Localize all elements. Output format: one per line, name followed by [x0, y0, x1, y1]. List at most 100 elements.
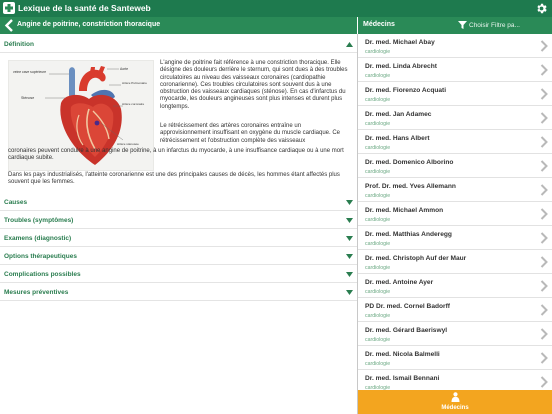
section-causes[interactable]: Causes [0, 194, 357, 211]
doctor-specialty: cardiologie [365, 73, 391, 79]
doctor-specialty: cardiologie [365, 217, 391, 223]
doctor-name: PD Dr. med. Cornel Badorff [365, 303, 450, 310]
section-label: Causes [4, 199, 28, 206]
doctor-row[interactable]: Dr. med. Gérard Baeriswyl cardiologie [358, 322, 552, 346]
section-prevention[interactable]: Mesures préventives [0, 284, 357, 301]
doctor-name: Prof. Dr. med. Yves Allemann [365, 183, 456, 190]
doctor-row[interactable]: Dr. med. Linda Abrecht cardiologie [358, 58, 552, 82]
definition-paragraph-3: Dans les pays industrialisés, l'atteinte… [8, 172, 340, 186]
section-definition[interactable]: Définition [0, 36, 357, 53]
app-title: Lexique de la santé de Santeweb [18, 3, 151, 13]
doctor-row[interactable]: Dr. med. Fiorenzo Acquati cardiologie [358, 82, 552, 106]
doctor-name: Dr. med. Fiorenzo Acquati [365, 87, 447, 94]
chevron-down-icon [346, 218, 353, 223]
chevron-down-icon [346, 236, 353, 241]
definition-paragraph-1: L'angine de poitrine fait référence à un… [160, 60, 348, 110]
doctor-specialty: cardiologie [365, 145, 391, 151]
doctor-row[interactable]: Dr. med. Ismail Bennani cardiologie [358, 370, 552, 390]
doctor-specialty: cardiologie [365, 97, 391, 103]
doctor-row[interactable]: Dr. med. Michael Abay cardiologie [358, 34, 552, 58]
doctor-specialty: cardiologie [365, 121, 391, 127]
section-label: Complications possibles [4, 271, 81, 278]
doctors-header: Médecins Choisir Filtre pa... [358, 17, 552, 34]
doctor-row[interactable]: Dr. med. Jan Adamec cardiologie [358, 106, 552, 130]
chevron-right-icon [540, 304, 548, 316]
doctor-name: Dr. med. Gérard Baeriswyl [365, 327, 448, 334]
doctor-row[interactable]: Dr. med. Antoine Ayer cardiologie [358, 274, 552, 298]
app-logo-icon [3, 2, 15, 14]
doctor-name: Dr. med. Ismail Bennani [365, 375, 440, 382]
chevron-right-icon [540, 184, 548, 196]
article-pane: Définition veine cave supérieure Aorte A… [0, 34, 357, 414]
filter-label: Choisir Filtre pa... [469, 21, 520, 29]
doctor-name: Dr. med. Jan Adamec [365, 111, 432, 118]
section-symptoms[interactable]: Troubles (symptômes) [0, 212, 357, 229]
label-pulmonary-artery: Artère Pulmonaire [122, 81, 147, 85]
doctor-row[interactable]: Dr. med. Michael Ammon cardiologie [358, 202, 552, 226]
doctor-row[interactable]: Dr. med. Christoph Auf der Maur cardiolo… [358, 250, 552, 274]
doctor-row[interactable]: Dr. med. Domenico Alborino cardiologie [358, 154, 552, 178]
label-aorta: Aorte [120, 67, 128, 71]
label-stenosis: Sténose [21, 96, 34, 100]
chevron-right-icon [540, 40, 548, 52]
chevron-right-icon [540, 208, 548, 220]
doctor-specialty: cardiologie [365, 49, 391, 55]
topic-header: Angine de poitrine, constriction thoraci… [0, 17, 357, 34]
filter-dropdown[interactable]: Choisir Filtre pa... [458, 21, 520, 29]
chevron-right-icon [540, 64, 548, 76]
chevron-down-icon [346, 254, 353, 259]
doctor-name: Dr. med. Matthias Anderegg [365, 231, 452, 238]
definition-paragraph-2a: Le rétrécissement des artères coronaires… [160, 123, 340, 144]
chevron-down-icon [346, 272, 353, 277]
doctor-row[interactable]: Dr. med. Nicola Balmelli cardiologie [358, 346, 552, 370]
chevron-up-icon [346, 42, 353, 47]
section-therapy[interactable]: Options thérapeutiques [0, 248, 357, 265]
doctor-specialty: cardiologie [365, 289, 391, 295]
doctor-name: Dr. med. Hans Albert [365, 135, 430, 142]
doctor-name: Dr. med. Domenico Alborino [365, 159, 454, 166]
doctor-name: Dr. med. Nicola Balmelli [365, 351, 440, 358]
section-label: Troubles (symptômes) [4, 217, 74, 224]
chevron-right-icon [540, 280, 548, 292]
tab-doctors[interactable]: Médecins [358, 390, 552, 414]
chevron-right-icon [540, 88, 548, 100]
doctor-row[interactable]: Dr. med. Hans Albert cardiologie [358, 130, 552, 154]
doctor-row[interactable]: Dr. med. Matthias Anderegg cardiologie [358, 226, 552, 250]
chevron-right-icon [540, 256, 548, 268]
section-complications[interactable]: Complications possibles [0, 266, 357, 283]
doctor-row[interactable]: PD Dr. med. Cornel Badorff cardiologie [358, 298, 552, 322]
doctor-row[interactable]: Prof. Dr. med. Yves Allemann cardiologie [358, 178, 552, 202]
chevron-down-icon [346, 200, 353, 205]
section-definition-label: Définition [4, 41, 34, 48]
doctor-specialty: cardiologie [365, 361, 391, 367]
chevron-right-icon [540, 160, 548, 172]
doctor-specialty: cardiologie [365, 193, 391, 199]
filter-icon [458, 21, 467, 29]
doctor-specialty: cardiologie [365, 337, 391, 343]
doctor-name: Dr. med. Linda Abrecht [365, 63, 437, 70]
app-title-bar: Lexique de la santé de Santeweb [0, 0, 552, 17]
doctor-name: Dr. med. Christoph Auf der Maur [365, 255, 467, 262]
label-vena-cava: veine cave supérieure [13, 70, 46, 74]
back-chevron-icon[interactable] [4, 19, 14, 32]
section-label: Options thérapeutiques [4, 253, 77, 260]
chevron-right-icon [540, 232, 548, 244]
label-ischemia: Artère sténosée [117, 142, 139, 146]
chevron-right-icon [540, 376, 548, 388]
doctors-panel-title: Médecins [363, 21, 395, 28]
doctor-person-icon [451, 392, 460, 402]
label-coronary-artery: Artère coronaire [122, 102, 144, 106]
section-diagnosis[interactable]: Examens (diagnostic) [0, 230, 357, 247]
tab-doctors-label: Médecins [441, 405, 469, 411]
chevron-right-icon [540, 352, 548, 364]
doctor-specialty: cardiologie [365, 313, 391, 319]
gear-icon[interactable] [535, 2, 548, 15]
doctor-specialty: cardiologie [365, 265, 391, 271]
doctor-specialty: cardiologie [365, 169, 391, 175]
chevron-right-icon [540, 328, 548, 340]
section-label: Examens (diagnostic) [4, 235, 72, 242]
doctor-specialty: cardiologie [365, 241, 391, 247]
chevron-right-icon [540, 136, 548, 148]
section-label: Mesures préventives [4, 289, 69, 296]
definition-paragraph-2b: coronaires peuvent conduire à une angine… [8, 148, 344, 162]
